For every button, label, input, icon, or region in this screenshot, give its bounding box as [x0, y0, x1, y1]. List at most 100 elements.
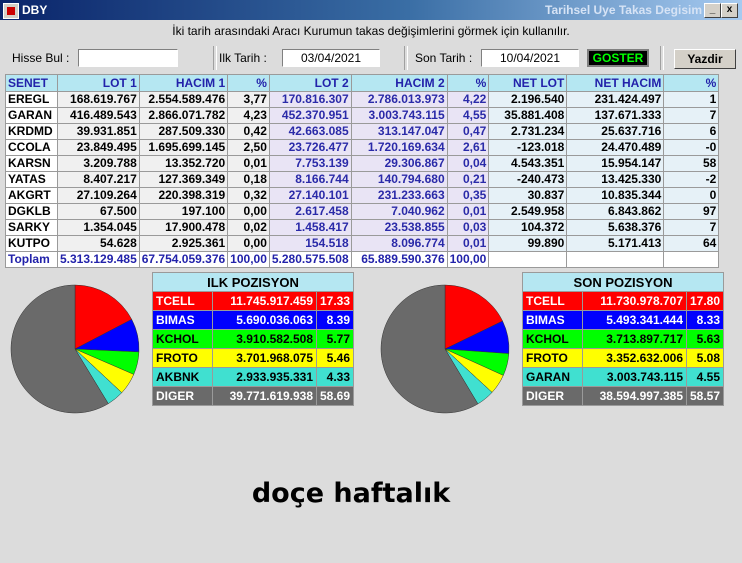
- table-row[interactable]: AKGRT 27.109.264 220.398.319 0,32 27.140.101…: [5, 187, 720, 204]
- column-header[interactable]: NET HACIM: [566, 74, 665, 92]
- value-cell[interactable]: 4.543.351: [488, 155, 568, 172]
- value-cell[interactable]: 15.954.147: [566, 155, 665, 172]
- column-header[interactable]: HACIM 2: [350, 74, 448, 92]
- value-cell[interactable]: 0,00: [227, 203, 270, 220]
- column-header[interactable]: %: [446, 74, 490, 92]
- symbol-cell[interactable]: CCOLA: [5, 139, 58, 156]
- symbol-cell[interactable]: YATAS: [5, 171, 58, 188]
- value-cell[interactable]: 2.925.361: [138, 235, 229, 252]
- value-cell[interactable]: -2: [663, 171, 720, 188]
- value-cell[interactable]: 0,18: [227, 171, 270, 188]
- value-cell[interactable]: 67.500: [57, 203, 140, 220]
- value-cell[interactable]: 0,01: [446, 203, 490, 220]
- value-cell[interactable]: 0,02: [227, 219, 270, 236]
- value-cell[interactable]: 2,50: [227, 139, 270, 156]
- value-cell[interactable]: 7.040.962: [350, 203, 448, 220]
- symbol-cell[interactable]: SARKY: [5, 219, 58, 236]
- value-cell[interactable]: 3.209.788: [57, 155, 140, 172]
- value-cell[interactable]: 2,61: [446, 139, 490, 156]
- value-cell[interactable]: 24.470.489: [566, 139, 665, 156]
- value-cell[interactable]: 13.425.330: [566, 171, 665, 188]
- value-cell[interactable]: 2.196.540: [488, 91, 568, 108]
- value-cell[interactable]: 29.306.867: [350, 155, 448, 172]
- value-cell[interactable]: 287.509.330: [138, 123, 229, 140]
- value-cell[interactable]: 231.424.497: [566, 91, 665, 108]
- table-row[interactable]: SARKY 1.354.045 17.900.478 0,02 1.458.417 23.…: [5, 219, 720, 236]
- value-cell[interactable]: 2.617.458: [268, 203, 352, 220]
- value-cell[interactable]: 452.370.951: [268, 107, 352, 124]
- value-cell[interactable]: 170.816.307: [268, 91, 352, 108]
- symbol-cell[interactable]: DGKLB: [5, 203, 58, 220]
- value-cell[interactable]: 5.280.575.508: [268, 251, 352, 268]
- value-cell[interactable]: 65.889.590.376: [350, 251, 448, 268]
- value-cell[interactable]: 0,01: [446, 235, 490, 252]
- symbol-cell[interactable]: KRDMD: [5, 123, 58, 140]
- value-cell[interactable]: 2.731.234: [488, 123, 568, 140]
- value-cell[interactable]: [566, 251, 665, 268]
- value-cell[interactable]: 0,03: [446, 219, 490, 236]
- value-cell[interactable]: 220.398.319: [138, 187, 229, 204]
- value-cell[interactable]: 2.866.071.782: [138, 107, 229, 124]
- value-cell[interactable]: 154.518: [268, 235, 352, 252]
- symbol-cell[interactable]: KUTPO: [5, 235, 58, 252]
- title-bar[interactable]: DBY Tarihsel Uye Takas Degisim _ x: [0, 0, 742, 20]
- symbol-cell[interactable]: EREGL: [5, 91, 58, 108]
- value-cell[interactable]: 6: [663, 123, 720, 140]
- ilk-tarih-input[interactable]: 03/04/2021: [282, 49, 380, 67]
- yazdir-button[interactable]: Yazdir: [674, 49, 736, 69]
- value-cell[interactable]: 23.849.495: [57, 139, 140, 156]
- value-cell[interactable]: 1.354.045: [57, 219, 140, 236]
- column-header[interactable]: %: [663, 74, 720, 92]
- value-cell[interactable]: 0: [663, 187, 720, 204]
- table-row[interactable]: KARSN 3.209.788 13.352.720 0,01 7.753.139 29.…: [5, 155, 720, 172]
- value-cell[interactable]: 8.096.774: [350, 235, 448, 252]
- value-cell[interactable]: 168.619.767: [57, 91, 140, 108]
- column-header[interactable]: LOT 1: [57, 74, 140, 92]
- value-cell[interactable]: 137.671.333: [566, 107, 665, 124]
- symbol-cell[interactable]: GARAN: [5, 107, 58, 124]
- value-cell[interactable]: 0,42: [227, 123, 270, 140]
- value-cell[interactable]: 64: [663, 235, 720, 252]
- table-row[interactable]: CCOLA 23.849.495 1.695.699.145 2,50 23.726.4…: [5, 139, 720, 156]
- value-cell[interactable]: 8.166.744: [268, 171, 352, 188]
- column-header[interactable]: HACIM 1: [138, 74, 229, 92]
- column-header[interactable]: LOT 2: [268, 74, 352, 92]
- value-cell[interactable]: 23.538.855: [350, 219, 448, 236]
- value-cell[interactable]: 0,32: [227, 187, 270, 204]
- value-cell[interactable]: 4,55: [446, 107, 490, 124]
- value-cell[interactable]: 27.140.101: [268, 187, 352, 204]
- value-cell[interactable]: 3.003.743.115: [350, 107, 448, 124]
- table-row[interactable]: KRDMD 39.931.851 287.509.330 0,42 42.663.085…: [5, 123, 720, 140]
- value-cell[interactable]: 17.900.478: [138, 219, 229, 236]
- value-cell[interactable]: 104.372: [488, 219, 568, 236]
- value-cell[interactable]: 2.554.589.476: [138, 91, 229, 108]
- value-cell[interactable]: 0,01: [227, 155, 270, 172]
- value-cell[interactable]: 23.726.477: [268, 139, 352, 156]
- table-row[interactable]: YATAS 8.407.217 127.369.349 0,18 8.166.744 14…: [5, 171, 720, 188]
- value-cell[interactable]: 10.835.344: [566, 187, 665, 204]
- value-cell[interactable]: 35.881.408: [488, 107, 568, 124]
- value-cell[interactable]: 2.786.013.973: [350, 91, 448, 108]
- value-cell[interactable]: 0,04: [446, 155, 490, 172]
- value-cell[interactable]: 100,00: [446, 251, 490, 268]
- value-cell[interactable]: 197.100: [138, 203, 229, 220]
- value-cell[interactable]: 3,77: [227, 91, 270, 108]
- table-row[interactable]: GARAN 416.489.543 2.866.071.782 4,23 452.370…: [5, 107, 720, 124]
- value-cell[interactable]: 42.663.085: [268, 123, 352, 140]
- value-cell[interactable]: 97: [663, 203, 720, 220]
- minimize-button[interactable]: _: [704, 3, 721, 18]
- column-header[interactable]: %: [227, 74, 270, 92]
- value-cell[interactable]: 0,47: [446, 123, 490, 140]
- son-tarih-input[interactable]: 10/04/2021: [481, 49, 579, 67]
- value-cell[interactable]: 5.638.376: [566, 219, 665, 236]
- value-cell[interactable]: 54.628: [57, 235, 140, 252]
- value-cell[interactable]: 100,00: [227, 251, 270, 268]
- column-header[interactable]: SENET: [5, 74, 58, 92]
- value-cell[interactable]: 5.171.413: [566, 235, 665, 252]
- header-row[interactable]: SENET LOT 1 HACIM 1% LOT 2 HACIM 2% NET LOT NE…: [5, 74, 720, 92]
- value-cell[interactable]: 4,22: [446, 91, 490, 108]
- total-row[interactable]: Toplam 5.313.129.485 67.754.059.376 100,00 5…: [5, 251, 720, 268]
- value-cell[interactable]: [488, 251, 568, 268]
- value-cell[interactable]: 2.549.958: [488, 203, 568, 220]
- value-cell[interactable]: 416.489.543: [57, 107, 140, 124]
